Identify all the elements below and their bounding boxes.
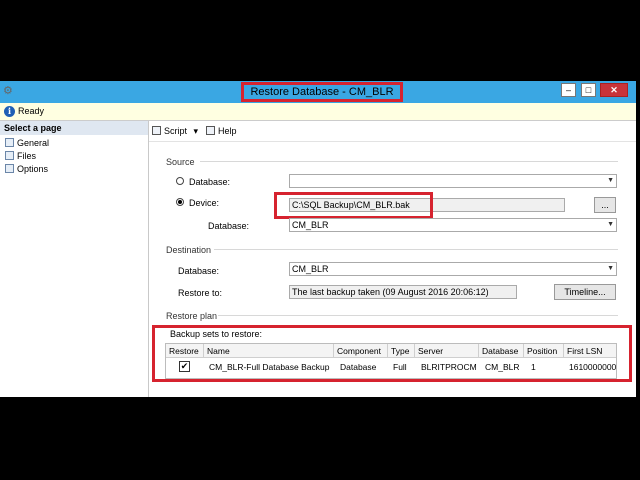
page-options[interactable]: Options <box>5 163 48 175</box>
window-title: Restore Database - CM_BLR <box>241 82 403 102</box>
ssms-app-icon: ⚙ <box>3 85 13 97</box>
chevron-down-icon: ▼ <box>607 177 614 184</box>
status-text: Ready <box>18 106 45 116</box>
chevron-down-icon: ▼ <box>607 221 614 228</box>
restore-to-field[interactable]: The last backup taken (09 August 2016 20… <box>289 285 517 299</box>
database-option-label: Database: <box>189 177 231 187</box>
restore-checkbox[interactable]: ✔ <box>179 361 190 372</box>
cell-position: 1 <box>531 362 536 372</box>
destination-database-label: Database: <box>178 266 220 276</box>
destination-section-label: Destination <box>166 245 212 255</box>
close-button[interactable]: ✕ <box>600 83 628 97</box>
cell-server: BLRITPROCM <box>421 362 477 372</box>
restore-plan-divider <box>218 315 618 316</box>
source-section-label: Source <box>166 157 195 167</box>
cell-name: CM_BLR-Full Database Backup <box>209 362 330 372</box>
select-page-header: Select a page <box>0 121 148 135</box>
chevron-down-icon: ▼ <box>607 265 614 272</box>
source-database-value[interactable]: CM_BLR ▼ <box>289 218 617 232</box>
timeline-button[interactable]: Timeline... <box>554 284 616 300</box>
destination-database-select[interactable]: CM_BLR ▼ <box>289 262 617 276</box>
device-radio[interactable] <box>176 198 184 206</box>
info-icon: i <box>4 106 15 117</box>
cell-type: Full <box>393 362 407 372</box>
column-header-server[interactable]: Server <box>415 344 479 358</box>
backup-sets-grid: Restore Name Component Type Server Datab… <box>165 343 617 379</box>
select-page-pane: Select a page General Files Options <box>0 121 149 397</box>
column-header-name[interactable]: Name <box>204 344 334 358</box>
database-radio[interactable] <box>176 177 184 185</box>
minimize-button[interactable]: – <box>561 83 576 97</box>
column-header-database[interactable]: Database <box>479 344 524 358</box>
backup-sets-label: Backup sets to restore: <box>170 329 263 339</box>
help-button[interactable]: Help <box>206 125 237 137</box>
device-option-label: Device: <box>189 198 220 208</box>
page-icon <box>5 164 14 173</box>
source-divider <box>200 161 618 162</box>
help-icon <box>206 126 215 135</box>
chevron-down-icon: ▾ <box>193 126 199 136</box>
status-bar: i Ready <box>0 103 636 121</box>
column-header-component[interactable]: Component <box>334 344 388 358</box>
device-path-field[interactable]: C:\SQL Backup\CM_BLR.bak <box>289 198 565 212</box>
cell-database: CM_BLR <box>485 362 520 372</box>
source-database-select[interactable]: ▼ <box>289 174 617 188</box>
script-button[interactable]: Script ▾ <box>152 125 198 137</box>
page-files[interactable]: Files <box>5 150 36 162</box>
page-general[interactable]: General <box>5 137 49 149</box>
restore-to-label: Restore to: <box>178 288 223 298</box>
browse-device-button[interactable]: ... <box>594 197 616 213</box>
page-icon <box>5 151 14 160</box>
column-header-restore[interactable]: Restore <box>166 344 204 358</box>
cell-first-lsn: 16100000005 <box>569 362 617 372</box>
destination-divider <box>214 249 618 250</box>
column-header-position[interactable]: Position <box>524 344 564 358</box>
script-icon <box>152 126 161 135</box>
column-header-type[interactable]: Type <box>388 344 415 358</box>
restore-plan-section-label: Restore plan <box>166 311 218 321</box>
title-bar[interactable]: ⚙ Restore Database - CM_BLR – □ ✕ <box>0 81 636 103</box>
source-database-label: Database: <box>208 221 250 231</box>
column-header-first-lsn[interactable]: First LSN <box>564 344 616 358</box>
page-icon <box>5 138 14 147</box>
toolbar: Script ▾ Help <box>149 121 636 142</box>
cell-component: Database <box>340 362 377 372</box>
maximize-button[interactable]: □ <box>581 83 596 97</box>
